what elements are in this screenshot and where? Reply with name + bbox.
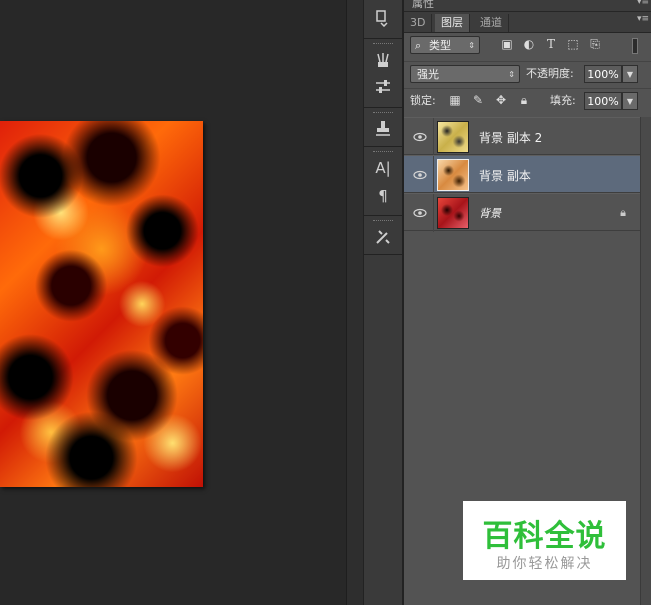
watermark-logo: 百科全说 助你轻松解决 bbox=[463, 501, 626, 580]
blend-row: 强光 ⇕ 不透明度: 100% ▼ bbox=[404, 61, 651, 86]
layer-row[interactable]: 背景 副本 2 bbox=[404, 117, 640, 156]
fill-label: 填充: bbox=[550, 94, 576, 107]
panel-menu-icon[interactable]: ▾≡ bbox=[637, 14, 649, 24]
panel-menu-icon[interactable]: ▾≡ bbox=[637, 0, 649, 7]
lock-icons: ▦ ✎ ✥ 🔒︎ bbox=[448, 93, 531, 108]
character-icon[interactable]: A| bbox=[371, 156, 395, 180]
visibility-eye-icon[interactable] bbox=[413, 206, 427, 220]
divider bbox=[433, 194, 434, 232]
layer-filter-row: ⌕ 类型 ⇕ ▣ ◐ T ⬚ ⎘ bbox=[404, 33, 651, 59]
type-filter-icon[interactable]: T bbox=[544, 37, 558, 51]
stepper-arrows-icon: ⇕ bbox=[468, 41, 475, 50]
layer-thumbnail bbox=[437, 197, 469, 229]
tool-group-brush bbox=[364, 39, 402, 108]
filter-icons: ▣ ◐ T ⬚ ⎘ bbox=[500, 37, 602, 52]
tool-group-type: A| ¶ bbox=[364, 147, 402, 216]
fill-dropdown-icon[interactable]: ▼ bbox=[622, 92, 638, 110]
tool-grip[interactable] bbox=[373, 43, 393, 46]
properties-panel-title: 属性 bbox=[412, 0, 434, 10]
layer-thumbnail bbox=[437, 121, 469, 153]
tool-grip[interactable] bbox=[373, 151, 393, 154]
fill-input[interactable]: 100% bbox=[584, 92, 622, 110]
tab-channels[interactable]: 通道 bbox=[474, 14, 509, 32]
divider bbox=[433, 156, 434, 194]
smart-object-filter-icon[interactable]: ⎘ bbox=[588, 37, 602, 51]
panel-tabs: 3D 图层 通道 ▾≡ bbox=[404, 12, 651, 33]
watermark-title: 百科全说 bbox=[482, 519, 607, 554]
tool-grip[interactable] bbox=[373, 112, 393, 115]
lock-move-icon[interactable]: ✥ bbox=[494, 93, 508, 107]
filter-kind-value: 类型 bbox=[429, 39, 451, 52]
image-filter-icon[interactable]: ▣ bbox=[500, 37, 514, 51]
brush-preset-icon[interactable] bbox=[371, 48, 395, 72]
lock-all-icon[interactable]: 🔒︎ bbox=[517, 93, 531, 107]
canvas-scroll-gutter bbox=[346, 0, 363, 605]
adjustments-icon[interactable] bbox=[371, 75, 395, 99]
filter-toggle-switch[interactable] bbox=[632, 38, 638, 54]
visibility-eye-icon[interactable] bbox=[413, 168, 427, 182]
opacity-label: 不透明度: bbox=[526, 67, 574, 80]
lock-label: 锁定: bbox=[410, 94, 436, 107]
tool-group-history bbox=[364, 0, 402, 39]
tool-grip[interactable] bbox=[373, 220, 393, 223]
lock-transparent-icon[interactable]: ▦ bbox=[448, 93, 462, 107]
adjustment-filter-icon[interactable]: ◐ bbox=[522, 37, 536, 51]
lock-row: 锁定: ▦ ✎ ✥ 🔒︎ 填充: 100% ▼ bbox=[404, 88, 651, 113]
lava-texture-image bbox=[0, 121, 203, 487]
lock-icon: 🔒︎ bbox=[620, 206, 626, 219]
document-canvas[interactable] bbox=[0, 0, 346, 605]
filter-kind-select[interactable]: ⌕ 类型 ⇕ bbox=[410, 36, 480, 54]
layer-name[interactable]: 背景 副本 bbox=[479, 167, 531, 184]
lock-paint-icon[interactable]: ✎ bbox=[471, 93, 485, 107]
blend-mode-select[interactable]: 强光 ⇕ bbox=[410, 65, 520, 83]
layer-name[interactable]: 背景 副本 2 bbox=[479, 129, 542, 146]
tool-presets-icon[interactable] bbox=[371, 225, 395, 249]
layer-name[interactable]: 背景 bbox=[479, 205, 501, 221]
layer-row[interactable]: 背景 🔒︎ bbox=[404, 193, 640, 232]
tool-group-clone bbox=[364, 108, 402, 147]
layers-list: 背景 副本 2 背景 副本 背景 🔒︎ bbox=[404, 117, 640, 232]
blend-mode-value: 强光 bbox=[417, 68, 439, 81]
tab-layers[interactable]: 图层 bbox=[435, 14, 470, 32]
properties-panel-header[interactable]: 属性 ▾≡ bbox=[404, 0, 651, 12]
history-icon[interactable] bbox=[371, 6, 395, 30]
stepper-arrows-icon: ⇕ bbox=[508, 70, 515, 79]
layers-scrollbar[interactable] bbox=[640, 117, 651, 605]
layer-row[interactable]: 背景 副本 bbox=[404, 155, 640, 194]
clone-source-icon[interactable] bbox=[371, 116, 395, 140]
watermark-subtitle: 助你轻松解决 bbox=[496, 556, 593, 572]
tab-3d[interactable]: 3D bbox=[404, 14, 433, 32]
paragraph-icon[interactable]: ¶ bbox=[371, 184, 395, 208]
tool-group-presets bbox=[364, 216, 402, 255]
opacity-dropdown-icon[interactable]: ▼ bbox=[622, 65, 638, 83]
search-icon: ⌕ bbox=[415, 39, 422, 52]
visibility-eye-icon[interactable] bbox=[413, 130, 427, 144]
divider bbox=[433, 118, 434, 156]
opacity-input[interactable]: 100% bbox=[584, 65, 622, 83]
panel-icon-strip: A| ¶ bbox=[363, 0, 403, 605]
shape-filter-icon[interactable]: ⬚ bbox=[566, 37, 580, 51]
layer-thumbnail bbox=[437, 159, 469, 191]
